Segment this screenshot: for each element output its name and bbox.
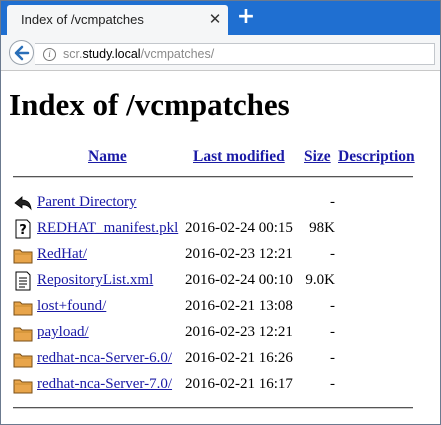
svg-text:?: ? xyxy=(19,223,27,238)
address-bar[interactable]: i scr.study.local/vcmpatches/ xyxy=(35,43,435,65)
file-date: 2016-02-23 12:21 xyxy=(185,324,293,340)
file-date: 2016-02-23 12:21 xyxy=(185,246,293,262)
info-icon[interactable]: i xyxy=(43,48,56,61)
navigation-bar: i scr.study.local/vcmpatches/ xyxy=(1,35,440,71)
url-path: /vcmpatches/ xyxy=(140,47,215,61)
list-item: ? REDHAT_manifest.pkl 2016-02-24 00:15 9… xyxy=(13,217,433,243)
url-text: scr.study.local/vcmpatches/ xyxy=(63,47,214,61)
folder-icon xyxy=(13,327,33,342)
back-button[interactable] xyxy=(9,40,34,65)
file-date: 2016-02-21 16:26 xyxy=(185,350,293,366)
column-header-name[interactable]: Name xyxy=(88,148,127,166)
browser-window: Index of /vcmpatches ✕ + i scr.study.loc… xyxy=(0,0,441,425)
text-file-icon xyxy=(15,271,31,291)
file-link[interactable]: RedHat/ xyxy=(37,246,87,263)
footer-divider xyxy=(13,407,413,409)
page-content: Index of /vcmpatches Name Last modified … xyxy=(1,72,440,424)
file-date: 2016-02-24 00:10 xyxy=(185,272,293,288)
file-size: - xyxy=(330,298,335,314)
file-link[interactable]: RepositoryList.xml xyxy=(37,272,153,289)
list-item: lost+found/ 2016-02-21 13:08 - xyxy=(13,295,433,321)
file-size: - xyxy=(330,376,335,392)
page-title: Index of /vcmpatches xyxy=(9,87,290,122)
file-size: 98K xyxy=(309,220,335,236)
list-item: redhat-nca-Server-6.0/ 2016-02-21 16:26 … xyxy=(13,347,433,373)
folder-icon xyxy=(13,301,33,316)
file-link[interactable]: redhat-nca-Server-6.0/ xyxy=(37,350,172,367)
folder-icon xyxy=(13,379,33,394)
file-link[interactable]: Parent Directory xyxy=(37,194,137,211)
file-link[interactable]: lost+found/ xyxy=(37,298,106,315)
url-prefix: scr. xyxy=(63,47,83,61)
unknown-file-icon: ? xyxy=(15,219,31,239)
file-size: - xyxy=(330,246,335,262)
file-size: - xyxy=(330,194,335,210)
close-icon[interactable]: ✕ xyxy=(207,11,223,27)
column-header-size[interactable]: Size xyxy=(304,148,331,166)
list-item: Parent Directory - xyxy=(13,191,433,217)
browser-tab[interactable]: Index of /vcmpatches ✕ xyxy=(7,5,228,35)
column-header-description[interactable]: Description xyxy=(338,148,415,166)
list-item: RedHat/ 2016-02-23 12:21 - xyxy=(13,243,433,269)
file-size: - xyxy=(330,350,335,366)
new-tab-button[interactable]: + xyxy=(236,6,256,28)
folder-icon xyxy=(13,353,33,368)
folder-icon xyxy=(13,249,33,264)
file-date: 2016-02-21 13:08 xyxy=(185,298,293,314)
list-item: payload/ 2016-02-23 12:21 - xyxy=(13,321,433,347)
file-size: - xyxy=(330,324,335,340)
file-size: 9.0K xyxy=(305,272,335,288)
back-icon xyxy=(14,196,32,211)
file-date: 2016-02-21 16:17 xyxy=(185,376,293,392)
list-item: redhat-nca-Server-7.0/ 2016-02-21 16:17 … xyxy=(13,373,433,399)
column-header-last-modified[interactable]: Last modified xyxy=(193,148,285,166)
file-link[interactable]: redhat-nca-Server-7.0/ xyxy=(37,376,172,393)
list-item: RepositoryList.xml 2016-02-24 00:10 9.0K xyxy=(13,269,433,295)
tab-strip: Index of /vcmpatches ✕ + xyxy=(1,1,440,35)
back-arrow-icon xyxy=(14,45,30,61)
tab-title: Index of /vcmpatches xyxy=(21,12,144,27)
file-link[interactable]: payload/ xyxy=(37,324,89,341)
url-host: study.local xyxy=(82,47,141,61)
header-divider xyxy=(13,176,413,178)
file-link[interactable]: REDHAT_manifest.pkl xyxy=(37,220,178,237)
file-date: 2016-02-24 00:15 xyxy=(185,220,293,236)
